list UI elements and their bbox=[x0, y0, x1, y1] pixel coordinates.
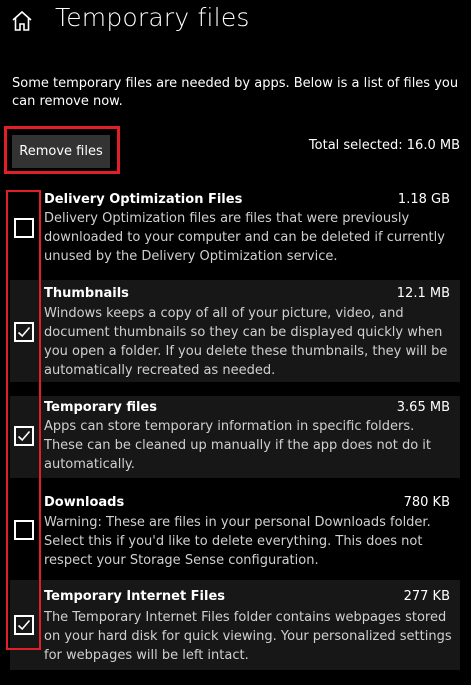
item-size: 12.1 MB bbox=[396, 286, 450, 301]
item-description: Warning: These are files in your persona… bbox=[44, 515, 431, 568]
item-size: 277 KB bbox=[403, 589, 450, 604]
item-description: The Temporary Internet Files folder cont… bbox=[44, 610, 452, 663]
checkmark-icon bbox=[17, 430, 31, 442]
item-name: Delivery Optimization Files bbox=[44, 192, 243, 207]
list-item-temporary-internet-files: Temporary Internet Files 277 KB The Temp… bbox=[10, 580, 460, 670]
item-name: Temporary files bbox=[44, 400, 157, 415]
list-item-delivery-optimization: Delivery Optimization Files 1.18 GB Deli… bbox=[10, 188, 460, 270]
page-description: Some temporary files are needed by apps.… bbox=[12, 76, 459, 109]
checkbox-temporary-files[interactable] bbox=[14, 426, 34, 446]
item-name: Downloads bbox=[44, 495, 125, 510]
checkbox-temporary-internet-files[interactable] bbox=[14, 615, 34, 635]
page-title: Temporary files bbox=[55, 3, 250, 32]
list-item-temporary-files: Temporary files 3.65 MB Apps can store t… bbox=[10, 396, 460, 478]
item-size: 3.65 MB bbox=[396, 400, 450, 415]
checkmark-icon bbox=[17, 326, 31, 338]
item-description: Windows keeps a copy of all of your pict… bbox=[44, 306, 448, 378]
home-icon[interactable] bbox=[10, 9, 34, 33]
item-name: Thumbnails bbox=[44, 286, 129, 301]
item-size: 1.18 GB bbox=[397, 192, 450, 207]
item-description: Apps can store temporary information in … bbox=[44, 419, 432, 472]
checkbox-downloads[interactable] bbox=[14, 520, 34, 540]
list-item-thumbnails: Thumbnails 12.1 MB Windows keeps a copy … bbox=[10, 280, 460, 382]
item-description: Delivery Optimization files are files th… bbox=[44, 211, 445, 264]
list-item-downloads: Downloads 780 KB Warning: These are file… bbox=[10, 490, 460, 572]
checkmark-icon bbox=[17, 619, 31, 631]
checkbox-delivery-optimization[interactable] bbox=[14, 218, 34, 238]
item-name: Temporary Internet Files bbox=[44, 589, 226, 604]
remove-files-button[interactable]: Remove files bbox=[12, 135, 110, 168]
item-size: 780 KB bbox=[403, 495, 450, 510]
total-selected: Total selected: 16.0 MB bbox=[308, 138, 460, 153]
header: Temporary files bbox=[0, 0, 471, 46]
checkbox-thumbnails[interactable] bbox=[14, 322, 34, 342]
